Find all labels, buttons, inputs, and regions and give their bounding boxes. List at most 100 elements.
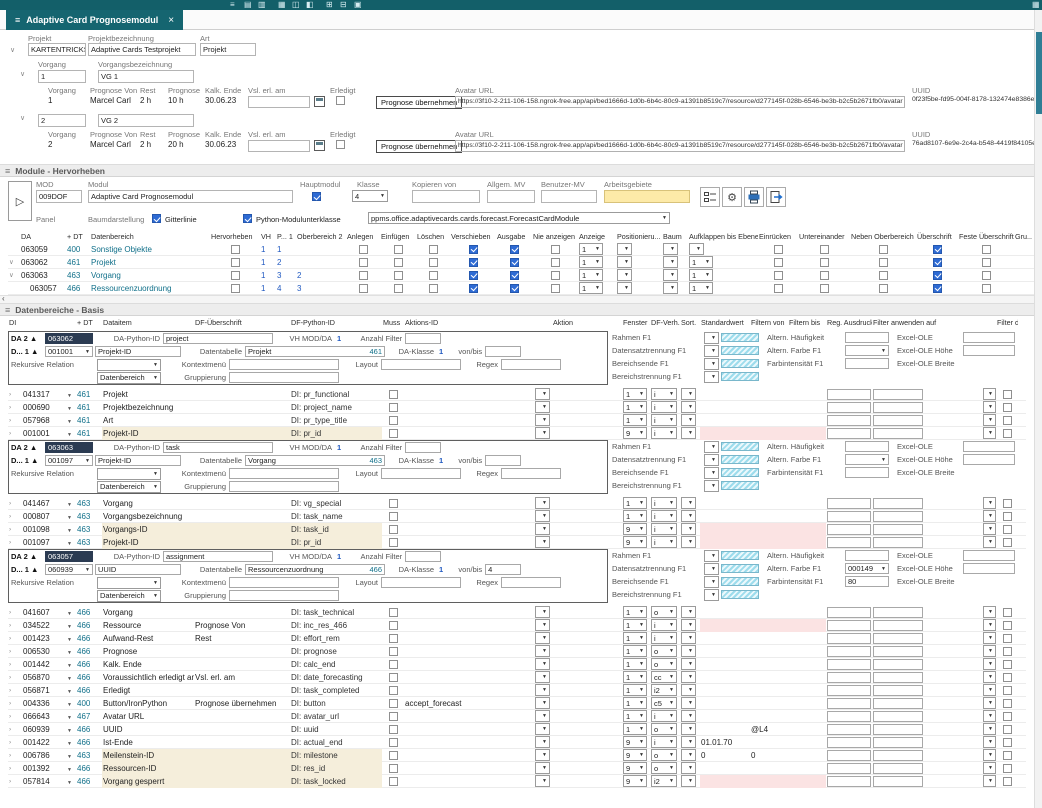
scroll-left-icon[interactable]: ‹ bbox=[2, 294, 5, 303]
expander-icon[interactable]: › bbox=[8, 510, 22, 523]
di-dropdown-icon[interactable]: ▼ bbox=[67, 741, 72, 747]
altern-farbe-field[interactable]: ▼ bbox=[845, 345, 889, 356]
anlegen-checkbox[interactable] bbox=[359, 271, 368, 280]
muss-checkbox[interactable] bbox=[389, 416, 398, 425]
di-dropdown-icon[interactable]: ▼ bbox=[67, 767, 72, 773]
aktion-dropdown[interactable]: ▼ bbox=[535, 710, 550, 722]
daten-section-header[interactable]: ≡ Datenbereiche - Basis bbox=[0, 303, 1034, 316]
di-dropdown-icon[interactable]: ▼ bbox=[67, 676, 72, 682]
excel-ole-field[interactable] bbox=[963, 332, 1015, 343]
ausgabe-checkbox[interactable] bbox=[510, 284, 519, 293]
art-field[interactable]: Projekt bbox=[200, 43, 256, 56]
sort-dropdown[interactable]: ▼ bbox=[681, 749, 696, 761]
von-bis-field[interactable]: 4 bbox=[485, 564, 521, 575]
fenster-dropdown[interactable]: 9▼ bbox=[623, 775, 647, 787]
standardwert-cell[interactable]: 01.01.70 bbox=[700, 736, 750, 749]
feste-ueberschrift-checkbox[interactable] bbox=[982, 271, 991, 280]
expander-icon[interactable]: › bbox=[8, 710, 22, 723]
expander-icon[interactable]: › bbox=[8, 723, 22, 736]
arbeitsgebiete-field[interactable] bbox=[604, 190, 690, 203]
farbintensitaet-field[interactable] bbox=[845, 358, 889, 369]
da-python-id-field[interactable]: project bbox=[163, 333, 273, 344]
d-name-field[interactable]: Projekt-ID bbox=[95, 346, 181, 357]
filter-deaktiviert-checkbox[interactable] bbox=[1003, 512, 1012, 521]
standardwert-cell[interactable] bbox=[700, 645, 750, 658]
benutzer-mv-field[interactable] bbox=[541, 190, 597, 203]
expander-icon[interactable]: › bbox=[8, 523, 22, 536]
filter-anwenden-field[interactable] bbox=[873, 389, 923, 400]
datenbereich-dropdown[interactable]: Datenbereich▼ bbox=[97, 590, 161, 602]
format-dropdown[interactable]: ▼ bbox=[704, 589, 719, 601]
da-python-id-field[interactable]: task bbox=[163, 442, 273, 453]
modul-field[interactable]: Adaptive Card Prognosemodul bbox=[88, 190, 293, 203]
loeschen-checkbox[interactable] bbox=[429, 271, 438, 280]
positionierung-dropdown[interactable]: ▼ bbox=[617, 243, 632, 255]
fenster-dropdown[interactable]: 9▼ bbox=[623, 749, 647, 761]
filter-anwenden-dropdown[interactable]: ▼ bbox=[983, 510, 996, 522]
filter-anwenden-field[interactable] bbox=[873, 607, 923, 618]
module-section-header[interactable]: ≡ Module - Hervorheben bbox=[0, 164, 1034, 177]
anzeige-dropdown[interactable]: 1▼ bbox=[579, 256, 603, 268]
standardwert-cell[interactable] bbox=[700, 723, 750, 736]
di-dropdown-icon[interactable]: ▼ bbox=[67, 393, 72, 399]
filter-anwenden-dropdown[interactable]: ▼ bbox=[983, 536, 996, 548]
aktion-dropdown[interactable]: ▼ bbox=[535, 388, 550, 400]
export-button[interactable] bbox=[766, 187, 786, 207]
expander-icon[interactable]: › bbox=[8, 388, 22, 401]
expander-icon[interactable]: › bbox=[8, 632, 22, 645]
df-verhalten-dropdown[interactable]: i▼ bbox=[651, 710, 677, 722]
anlegen-checkbox[interactable] bbox=[359, 284, 368, 293]
expander-icon[interactable]: › bbox=[8, 414, 22, 427]
di-dropdown-icon[interactable]: ▼ bbox=[67, 650, 72, 656]
rekursive-relation-dropdown[interactable]: ▼ bbox=[97, 577, 161, 589]
filtern-bis-cell[interactable] bbox=[788, 775, 826, 788]
di-dropdown-icon[interactable]: ▼ bbox=[67, 728, 72, 734]
reg-ausdruck-field[interactable] bbox=[827, 646, 871, 657]
muss-checkbox[interactable] bbox=[389, 777, 398, 786]
reg-ausdruck-field[interactable] bbox=[827, 402, 871, 413]
df-verhalten-dropdown[interactable]: o▼ bbox=[651, 749, 677, 761]
rows-icon[interactable]: ▤ bbox=[244, 0, 252, 10]
muss-checkbox[interactable] bbox=[389, 712, 398, 721]
standardwert-cell[interactable] bbox=[700, 536, 750, 549]
df-verhalten-dropdown[interactable]: o▼ bbox=[651, 723, 677, 735]
mod-field[interactable]: 009DOF bbox=[36, 190, 82, 203]
nie-anzeigen-checkbox[interactable] bbox=[551, 258, 560, 267]
df-verhalten-dropdown[interactable]: c5▼ bbox=[651, 697, 677, 709]
expander-icon[interactable]: › bbox=[8, 684, 22, 697]
fenster-dropdown[interactable]: 1▼ bbox=[623, 510, 647, 522]
aufklappen-dropdown[interactable]: 1▼ bbox=[689, 256, 713, 268]
window-remove-icon[interactable]: ⊟ bbox=[340, 0, 347, 10]
muss-checkbox[interactable] bbox=[389, 621, 398, 630]
di-dropdown-icon[interactable]: ▼ bbox=[67, 528, 72, 534]
fenster-dropdown[interactable]: 1▼ bbox=[623, 671, 647, 683]
von-bis-field[interactable] bbox=[485, 455, 521, 466]
filter-anwenden-dropdown[interactable]: ▼ bbox=[983, 414, 996, 426]
format-dropdown[interactable]: ▼ bbox=[704, 480, 719, 492]
filter-anwenden-dropdown[interactable]: ▼ bbox=[983, 723, 996, 735]
vertical-scrollbar[interactable] bbox=[1034, 10, 1042, 808]
hervorheben-checkbox[interactable] bbox=[231, 258, 240, 267]
filtern-bis-cell[interactable] bbox=[788, 414, 826, 427]
aktion-dropdown[interactable]: ▼ bbox=[535, 762, 550, 774]
fenster-dropdown[interactable]: 9▼ bbox=[623, 536, 647, 548]
fenster-dropdown[interactable]: 9▼ bbox=[623, 523, 647, 535]
filtern-von-cell[interactable] bbox=[750, 632, 788, 645]
sort-dropdown[interactable]: ▼ bbox=[681, 619, 696, 631]
filter-anwenden-field[interactable] bbox=[873, 537, 923, 548]
prognose-uebernehmen-button[interactable]: Prognose übernehmen bbox=[376, 140, 462, 153]
vsl-erl-am-field[interactable] bbox=[248, 96, 310, 108]
filter-anwenden-field[interactable] bbox=[873, 750, 923, 761]
d-id-field[interactable]: 001001▼ bbox=[45, 346, 93, 357]
filter-anwenden-field[interactable] bbox=[873, 498, 923, 509]
standardwert-cell[interactable] bbox=[700, 671, 750, 684]
d-id-field[interactable]: 001097▼ bbox=[45, 455, 93, 466]
aktion-dropdown[interactable]: ▼ bbox=[535, 775, 550, 787]
expander-icon[interactable]: ∨ bbox=[10, 46, 15, 54]
columns-icon[interactable]: ▥ bbox=[258, 0, 266, 10]
task-name-field[interactable]: VG 2 bbox=[98, 114, 194, 127]
filtern-bis-cell[interactable] bbox=[788, 619, 826, 632]
filter-deaktiviert-checkbox[interactable] bbox=[1003, 429, 1012, 438]
filtern-von-cell[interactable] bbox=[750, 736, 788, 749]
expander-icon[interactable]: › bbox=[8, 606, 22, 619]
